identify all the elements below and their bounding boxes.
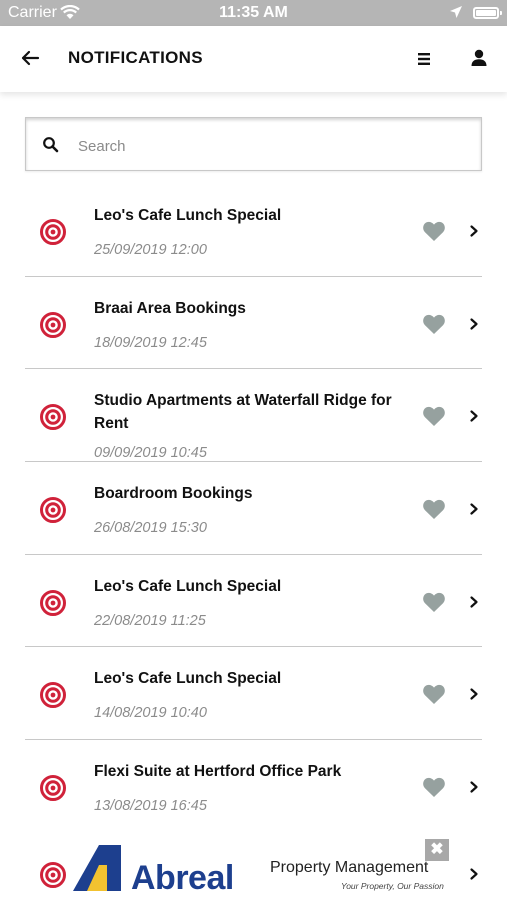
- chevron-right-icon: [470, 868, 478, 880]
- notification-title: Leo's Cafe Lunch Special: [94, 577, 282, 595]
- heart-icon[interactable]: [422, 498, 446, 520]
- heart-icon[interactable]: [422, 776, 446, 798]
- notification-date: 13/08/2019 16:45: [94, 798, 207, 815]
- clock: 11:35 AM: [219, 4, 288, 21]
- target-icon: [40, 219, 66, 245]
- search-input[interactable]: [76, 132, 460, 160]
- chevron-right-icon: [470, 596, 478, 608]
- search-bar: [25, 117, 482, 171]
- notification-title: Leo's Cafe Lunch Special: [94, 207, 282, 224]
- notification-title: Studio Apartments at Waterfall Ridge for…: [94, 392, 392, 433]
- notification-date: 22/08/2019 11:25: [94, 612, 206, 629]
- list-item[interactable]: Studio Apartments at Waterfall Ridge for…: [25, 369, 482, 463]
- list-item[interactable]: Leo's Cafe Lunch Special 14/08/2019 10:40: [25, 647, 482, 741]
- list-item[interactable]: Leo's Cafe Lunch Special 25/09/2019 12:00: [25, 184, 482, 277]
- target-icon: [40, 404, 66, 431]
- notification-list: Leo's Cafe Lunch Special 25/09/2019 12:00…: [25, 184, 482, 833]
- heart-icon[interactable]: [422, 683, 446, 705]
- page-title: NOTIFICATIONS: [68, 48, 203, 67]
- ad-brand-name: Abreal: [131, 859, 234, 897]
- location-arrow-icon: [450, 6, 462, 18]
- status-bar: Carrier 11:35 AM: [0, 0, 507, 26]
- chevron-right-icon: [470, 225, 478, 237]
- target-icon: [40, 497, 66, 524]
- notification-date: 18/09/2019 12:45: [94, 334, 207, 351]
- chevron-right-icon: [470, 688, 478, 701]
- battery-icon: [473, 7, 502, 19]
- list-item[interactable]: Leo's Cafe Lunch Special 22/08/2019 11:25: [25, 555, 482, 648]
- notification-title: Leo's Cafe Lunch Special: [94, 670, 282, 688]
- heart-icon[interactable]: [422, 591, 446, 613]
- chevron-right-icon: [470, 318, 478, 330]
- notification-date: 09/09/2019 10:45: [94, 445, 207, 462]
- abreal-logo-icon: [73, 845, 121, 891]
- ad-subtitle: Property Management: [270, 859, 429, 876]
- notification-date: 14/08/2019 10:40: [94, 705, 207, 722]
- ad-tagline: Your Property, Our Passion: [341, 881, 444, 891]
- heart-icon[interactable]: [422, 220, 446, 242]
- heart-icon[interactable]: [422, 405, 446, 427]
- heart-icon[interactable]: [422, 313, 446, 335]
- chevron-right-icon: [470, 410, 478, 422]
- target-icon: [40, 775, 66, 802]
- target-icon: [40, 682, 66, 709]
- back-arrow-icon[interactable]: [18, 46, 42, 70]
- list-item[interactable]: Boardroom Bookings 26/08/2019 15:30: [25, 462, 482, 555]
- search-icon: [43, 137, 59, 153]
- chevron-right-icon: [470, 781, 478, 793]
- notification-title: Flexi Suite at Hertford Office Park: [94, 763, 342, 781]
- app-header: NOTIFICATIONS: [0, 26, 507, 92]
- menu-icon[interactable]: [412, 47, 436, 71]
- target-icon: [40, 589, 66, 616]
- list-item[interactable]: Braai Area Bookings 18/09/2019 12:45: [25, 277, 482, 370]
- notification-title: Boardroom Bookings: [94, 485, 253, 503]
- target-icon: [40, 311, 66, 338]
- notification-date: 26/08/2019 15:30: [94, 520, 207, 537]
- ad-close-button[interactable]: ✖: [425, 839, 449, 861]
- user-icon[interactable]: [467, 46, 491, 70]
- chevron-right-icon: [470, 503, 478, 515]
- notification-date: 25/09/2019 12:00: [94, 242, 207, 258]
- ad-banner[interactable]: Abreal Property Management Your Property…: [25, 827, 482, 900]
- notification-title: Braai Area Bookings: [94, 299, 246, 317]
- list-item[interactable]: Flexi Suite at Hertford Office Park 13/08…: [25, 740, 482, 833]
- target-icon: [40, 862, 66, 888]
